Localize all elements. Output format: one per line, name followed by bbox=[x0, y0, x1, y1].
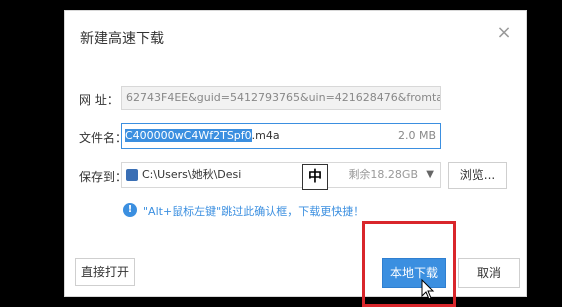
free-space: 剩余18.28GB bbox=[348, 168, 418, 181]
save-path-select[interactable]: C:\Users\她秋\Desi 剩余18.28GB ▼ bbox=[121, 162, 441, 188]
browse-button[interactable]: 浏览... bbox=[448, 162, 507, 189]
local-download-button[interactable]: 本地下载 bbox=[382, 258, 446, 288]
dialog-title: 新建高速下载 bbox=[80, 31, 164, 47]
mouse-pointer-icon bbox=[421, 279, 435, 300]
chevron-down-icon[interactable]: ▼ bbox=[426, 163, 434, 187]
drive-icon bbox=[126, 169, 138, 181]
filename-label: 文件名： bbox=[79, 131, 128, 145]
filename-input[interactable]: C400000wC4Wf2TSpf0.m4a 2.0 MB bbox=[121, 123, 441, 149]
save-path-value: C:\Users\她秋\Desi bbox=[142, 168, 242, 181]
shortcut-tip: "Alt+鼠标左键"跳过此确认框，下载更快捷！ bbox=[143, 205, 365, 218]
info-icon: ! bbox=[123, 203, 137, 217]
close-icon[interactable]: × bbox=[496, 24, 512, 42]
file-size: 2.0 MB bbox=[397, 129, 436, 142]
download-dialog: 新建高速下载 × 网 址： 62743F4EE&guid=5412793765&… bbox=[64, 10, 527, 307]
open-directly-button[interactable]: 直接打开 bbox=[75, 258, 135, 286]
url-label: 网 址： bbox=[79, 93, 119, 107]
save-path-label: 保存到： bbox=[79, 170, 128, 184]
filename-selected-text: C400000wC4Wf2TSpf0 bbox=[125, 129, 252, 142]
ime-indicator: 中 bbox=[302, 164, 328, 190]
filename-extension: .m4a bbox=[251, 129, 280, 142]
url-field[interactable]: 62743F4EE&guid=5412793765&uin=421628476&… bbox=[121, 86, 441, 110]
cancel-button[interactable]: 取消 bbox=[458, 258, 520, 288]
